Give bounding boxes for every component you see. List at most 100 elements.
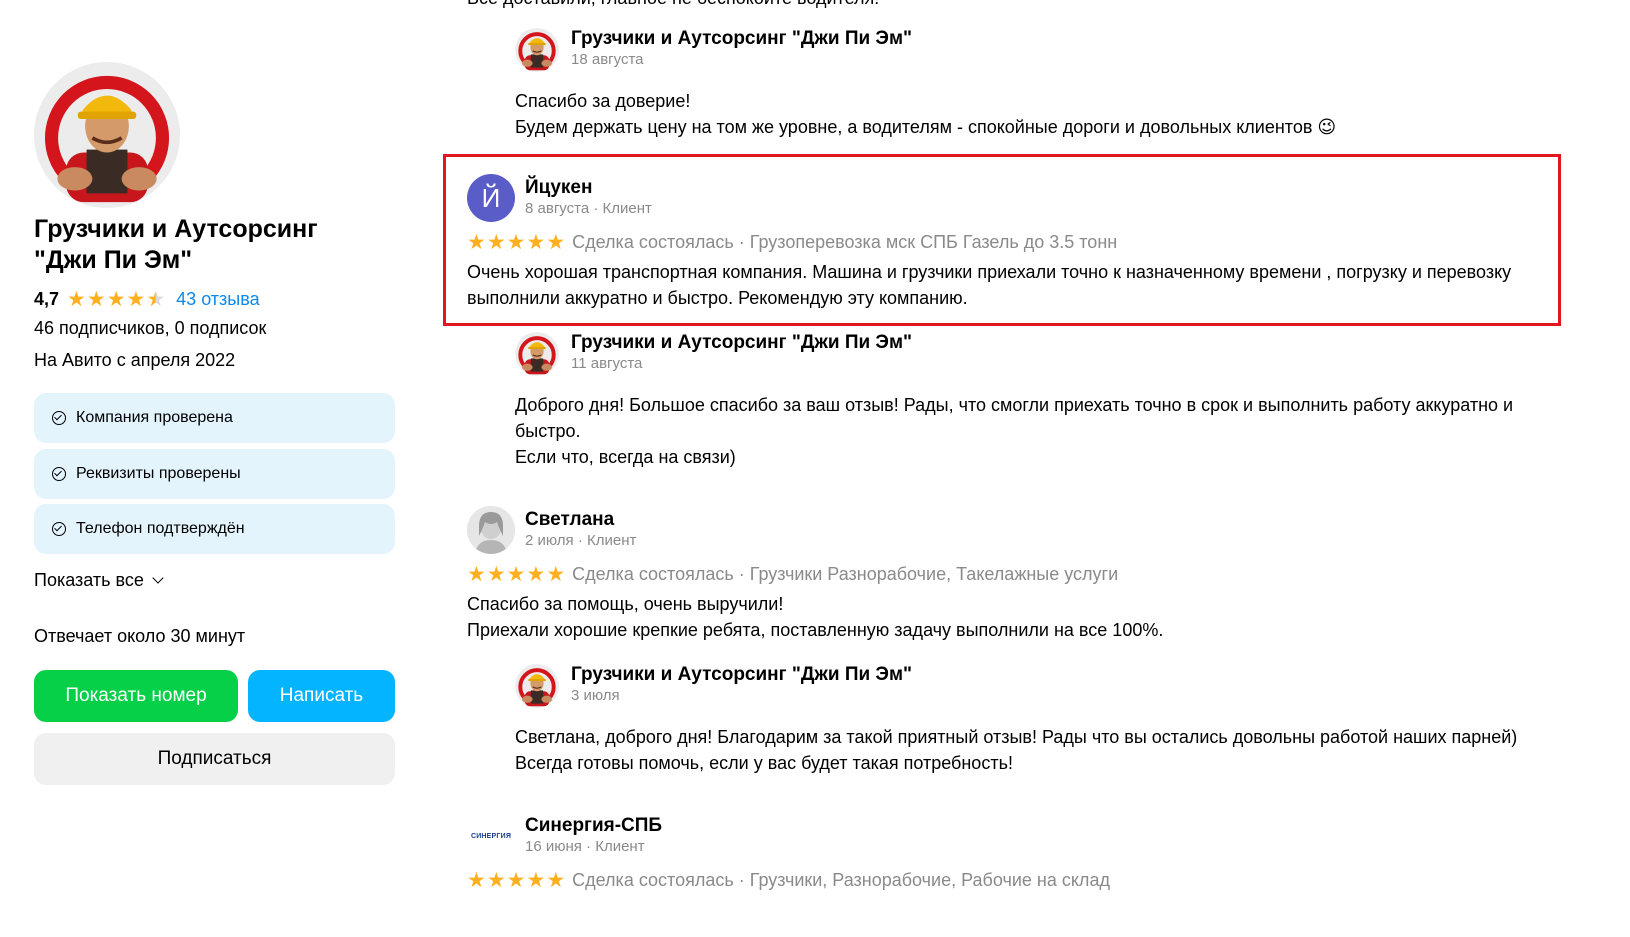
reply-line: Спасибо за доверие! <box>515 91 691 111</box>
star-icon: ★ <box>467 231 486 254</box>
review-meta: 2 июля · Клиент <box>525 532 637 549</box>
company-avatar[interactable] <box>34 62 180 208</box>
review-line: выполнили аккуратно и быстро. Рекомендую… <box>467 288 968 308</box>
review-stars: ★ ★ ★ ★ ★ <box>467 232 566 253</box>
company-name-line2: "Джи Пи Эм" <box>34 246 193 274</box>
reply-author[interactable]: Грузчики и Аутсорсинг "Джи Пи Эм" <box>571 664 912 686</box>
deal-row: ★ ★ ★ ★ ★ Сделка состоялась · Грузоперевозка… <box>467 232 1567 253</box>
reviews-link[interactable]: 43 отзыва <box>176 289 259 310</box>
reply-text: Светлана, доброго дня! Благодарим за так… <box>515 724 1575 776</box>
star-icon: ★ <box>486 869 506 892</box>
star-icon: ★ <box>486 231 506 254</box>
star-icon: ★ <box>126 287 146 311</box>
reply-author[interactable]: Грузчики и Аутсорсинг "Джи Пи Эм" <box>571 28 912 50</box>
seller-reply: Грузчики и Аутсорсинг "Джи Пи Эм" 3 июля… <box>515 664 1575 776</box>
review-stars: ★ ★ ★ ★ ★ <box>467 564 566 585</box>
reply-line: Доброго дня! Большое спасибо за ваш отзы… <box>515 395 1514 415</box>
star-icon: ★ <box>546 231 566 254</box>
badge-details-verified: Реквизиты проверены <box>34 449 395 499</box>
company-name: Грузчики и Аутсорсинг "Джи Пи Эм" <box>34 214 396 276</box>
rating-stars: ★ ★ ★ ★ ★ <box>67 289 166 310</box>
badge-phone-verified: Телефон подтверждён <box>34 504 395 554</box>
chevron-down-icon <box>152 572 164 584</box>
review-meta: 16 июня · Клиент <box>525 838 645 855</box>
seller-avatar[interactable] <box>515 28 559 72</box>
reply-line: быстро. <box>515 421 581 441</box>
badge-label: Телефон подтверждён <box>76 520 245 537</box>
badge-label: Реквизиты проверены <box>76 465 241 482</box>
star-icon: ★ <box>86 287 106 311</box>
seller-reply: Грузчики и Аутсорсинг "Джи Пи Эм" 18 авг… <box>515 28 1575 140</box>
company-logo <box>34 62 180 208</box>
star-icon: ★ <box>486 563 506 586</box>
star-icon: ★ <box>67 287 86 311</box>
reply-line: Если что, всегда на связи) <box>515 447 736 467</box>
subscribers-count: 46 подписчиков, 0 подписок <box>34 318 267 338</box>
review-text: Очень хорошая транспортная компания. Маш… <box>467 259 1567 311</box>
reply-line: Будем держать цену на том же уровне, а в… <box>515 117 1337 137</box>
seller-avatar[interactable] <box>515 664 559 708</box>
star-icon: ★ <box>506 869 526 892</box>
reply-date: 3 июля <box>571 687 620 704</box>
show-all-toggle[interactable]: Показать все <box>34 570 164 591</box>
author-avatar[interactable]: СИНЕРГИЯ <box>467 812 515 860</box>
show-all-label: Показать все <box>34 570 144 590</box>
review-line: Очень хорошая транспортная компания. Маш… <box>467 262 1512 282</box>
seller-avatar[interactable] <box>515 332 559 376</box>
star-icon: ★ <box>506 231 526 254</box>
star-icon: ★ <box>546 563 566 586</box>
star-icon: ★ <box>526 231 546 254</box>
subscribe-button[interactable]: Подписаться <box>34 733 395 785</box>
deal-status: Сделка состоялась · Грузчики, Разнорабоч… <box>572 870 1110 890</box>
review-text: Спасибо за помощь, очень выручили! Приех… <box>467 591 1567 643</box>
author-avatar[interactable] <box>467 506 515 554</box>
write-message-button[interactable]: Написать <box>248 670 395 722</box>
badge-company-verified: Компания проверена <box>34 393 395 443</box>
reply-author[interactable]: Грузчики и Аутсорсинг "Джи Пи Эм" <box>571 332 912 354</box>
seller-sidebar: Грузчики и Аутсорсинг "Джи Пи Эм" 4,7 ★ … <box>34 0 396 937</box>
half-star-icon: ★ <box>146 287 166 311</box>
review-item: Й Йцукен 8 августа · Клиент ★ ★ ★ ★ ★ Сделка… <box>467 174 1567 311</box>
reply-date: 18 августа <box>571 51 644 68</box>
check-circle-icon <box>52 411 66 425</box>
star-icon: ★ <box>526 869 546 892</box>
badge-label: Компания проверена <box>76 409 233 426</box>
on-avito-since: На Авито с апреля 2022 <box>34 350 236 370</box>
company-name-line1: Грузчики и Аутсорсинг <box>34 215 318 243</box>
company-logo <box>515 332 559 376</box>
review-author[interactable]: Светлана <box>525 509 636 531</box>
star-icon: ★ <box>467 869 486 892</box>
author-avatar[interactable]: Й <box>467 174 515 222</box>
review-author[interactable]: Йцукен <box>525 177 652 199</box>
reply-text: Доброго дня! Большое спасибо за ваш отзы… <box>515 392 1575 470</box>
review-meta: 8 августа · Клиент <box>525 200 652 217</box>
reply-line: Светлана, доброго дня! Благодарим за так… <box>515 727 1518 747</box>
review-stars: ★ ★ ★ ★ ★ <box>467 870 566 891</box>
deal-status: Сделка состоялась · Грузчики Разнорабочи… <box>572 564 1119 584</box>
review-line: Спасибо за помощь, очень выручили! <box>467 594 784 614</box>
review-author[interactable]: Синергия-СПБ <box>525 815 662 837</box>
company-logo <box>515 28 559 72</box>
star-icon: ★ <box>506 563 526 586</box>
star-icon: ★ <box>546 869 566 892</box>
deal-row: ★ ★ ★ ★ ★ Сделка состоялась · Грузчики Разно… <box>467 564 1567 585</box>
reply-date: 11 августа <box>571 355 643 372</box>
deal-status: Сделка состоялась · Грузоперевозка мск С… <box>572 232 1118 252</box>
check-circle-icon <box>52 522 66 536</box>
reply-text: Спасибо за доверие! Будем держать цену н… <box>515 88 1575 140</box>
rating-row: 4,7 ★ ★ ★ ★ ★ 43 отзыва <box>34 286 260 312</box>
review-line: Приехали хорошие крепкие ребята, поставл… <box>467 620 1164 640</box>
review-item: СИНЕРГИЯ Синергия-СПБ 16 июня · Клиент ★… <box>467 812 1567 891</box>
star-icon: ★ <box>106 287 126 311</box>
person-photo-icon <box>467 506 515 554</box>
star-icon: ★ <box>467 563 486 586</box>
reply-line: Всегда готовы помочь, если у вас будет т… <box>515 753 1013 773</box>
previous-review-text: Все доставили, главное не беспокойте вод… <box>467 0 879 9</box>
check-circle-icon <box>52 467 66 481</box>
review-item: Светлана 2 июля · Клиент ★ ★ ★ ★ ★ Сделка со… <box>467 506 1567 643</box>
synergy-logo: СИНЕРГИЯ <box>470 832 512 840</box>
star-icon: ★ <box>526 563 546 586</box>
seller-reply: Грузчики и Аутсорсинг "Джи Пи Эм" 11 авг… <box>515 332 1575 470</box>
show-phone-button[interactable]: Показать номер <box>34 670 238 722</box>
response-time: Отвечает около 30 минут <box>34 626 246 646</box>
